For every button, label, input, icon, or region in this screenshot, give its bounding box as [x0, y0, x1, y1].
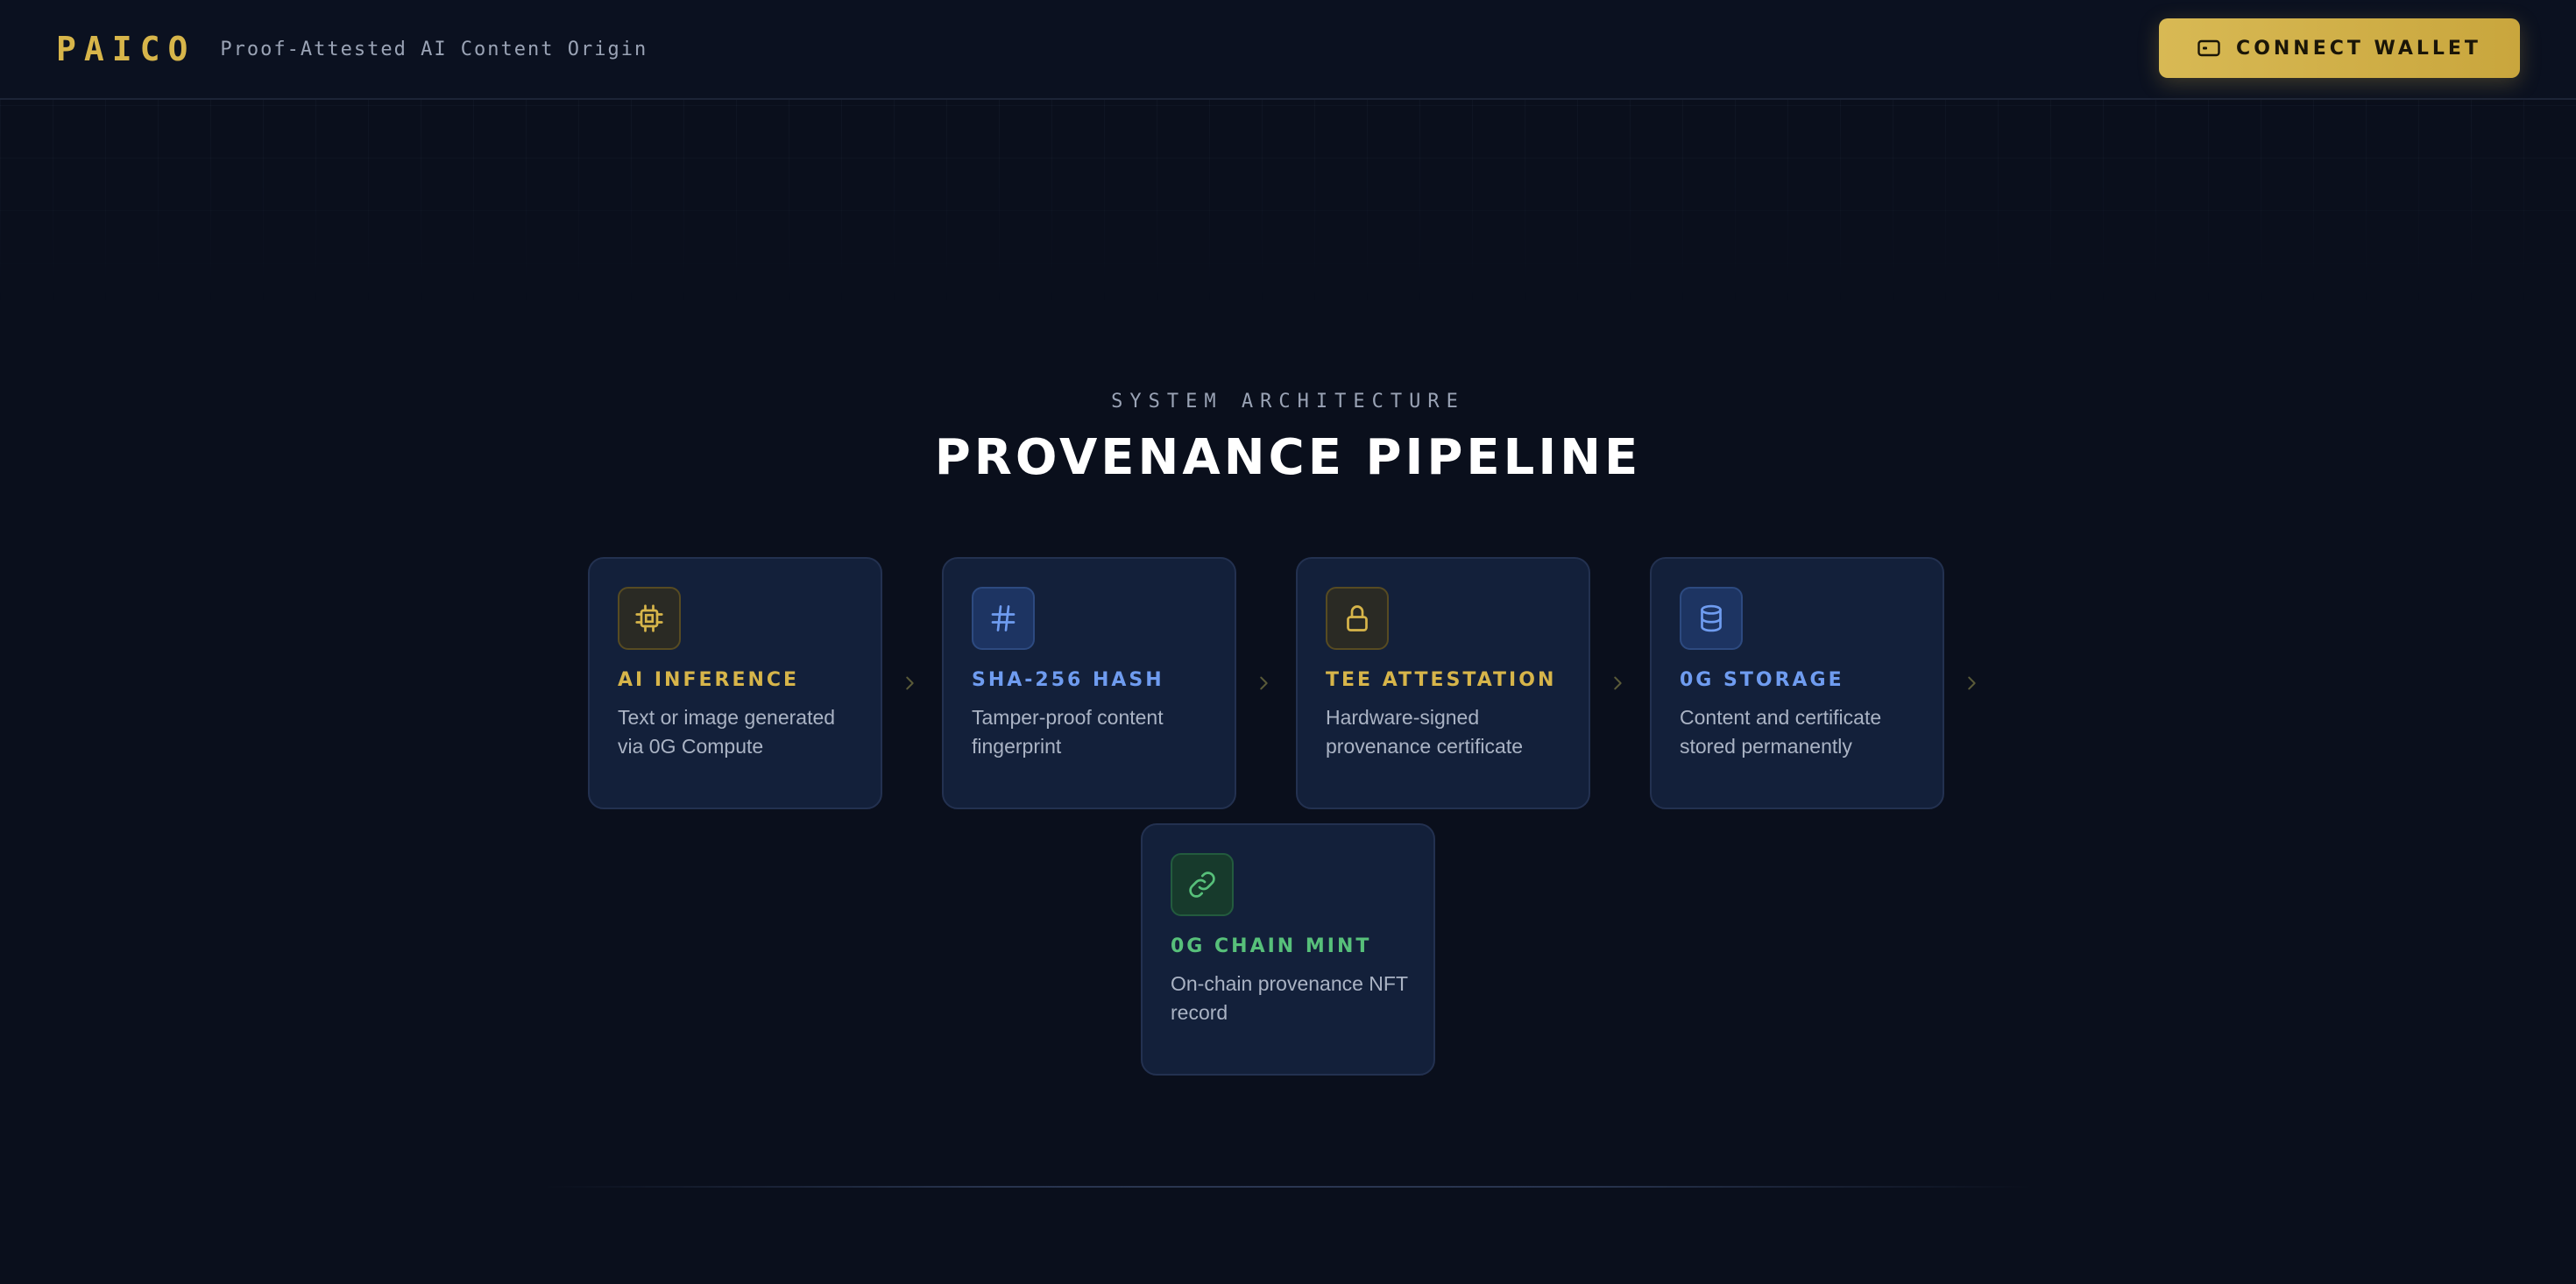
- database-icon: [1680, 587, 1743, 650]
- logo[interactable]: PAICO: [56, 30, 195, 68]
- pipeline-step-0g-storage: 0G STORAGE Content and certificate store…: [1650, 557, 1944, 809]
- step-description: Hardware-signed provenance certificate: [1326, 706, 1524, 758]
- step-title: TEE ATTESTATION: [1326, 669, 1557, 691]
- step-title: 0G STORAGE: [1680, 669, 1844, 691]
- connect-wallet-button[interactable]: CONNECT WALLET: [2159, 18, 2520, 78]
- pipeline-step-tee-attestation: TEE ATTESTATION Hardware-signed provenan…: [1296, 557, 1590, 809]
- step-title: SHA-256 HASH: [972, 669, 1164, 691]
- connect-wallet-label: CONNECT WALLET: [2236, 37, 2481, 60]
- step-title: AI INFERENCE: [618, 669, 800, 691]
- cpu-icon: [618, 587, 681, 650]
- step-description: Text or image generated via 0G Compute: [618, 706, 836, 758]
- chevron-right-icon: [1250, 670, 1277, 696]
- pipeline-step-0g-chain-mint: 0G CHAIN MINT On-chain provenance NFT re…: [1141, 823, 1435, 1076]
- page: PAICO Proof-Attested AI Content Origin C…: [0, 0, 2576, 1284]
- pipeline-step-sha256-hash: SHA-256 HASH Tamper-proof content finger…: [942, 557, 1236, 809]
- wallet-icon: [2197, 39, 2220, 57]
- chevron-right-icon: [1604, 670, 1631, 696]
- lock-icon: [1326, 587, 1389, 650]
- chevron-right-icon: [1958, 670, 1985, 696]
- tagline: Proof-Attested AI Content Origin: [220, 38, 648, 60]
- section-eyebrow: SYSTEM ARCHITECTURE: [1111, 391, 1465, 413]
- section-divider: [543, 1186, 2033, 1188]
- step-title: 0G CHAIN MINT: [1171, 935, 1372, 957]
- top-header: PAICO Proof-Attested AI Content Origin C…: [0, 0, 2576, 100]
- chevron-right-icon: [896, 670, 923, 696]
- step-description: Content and certificate stored permanent…: [1680, 706, 1882, 758]
- section-title: PROVENANCE PIPELINE: [934, 429, 1642, 486]
- step-description: On-chain provenance NFT record: [1171, 972, 1408, 1024]
- link-icon: [1171, 853, 1234, 916]
- hash-icon: [972, 587, 1035, 650]
- pipeline-step-ai-inference: AI INFERENCE Text or image generated via…: [588, 557, 882, 809]
- step-description: Tamper-proof content fingerprint: [972, 706, 1164, 758]
